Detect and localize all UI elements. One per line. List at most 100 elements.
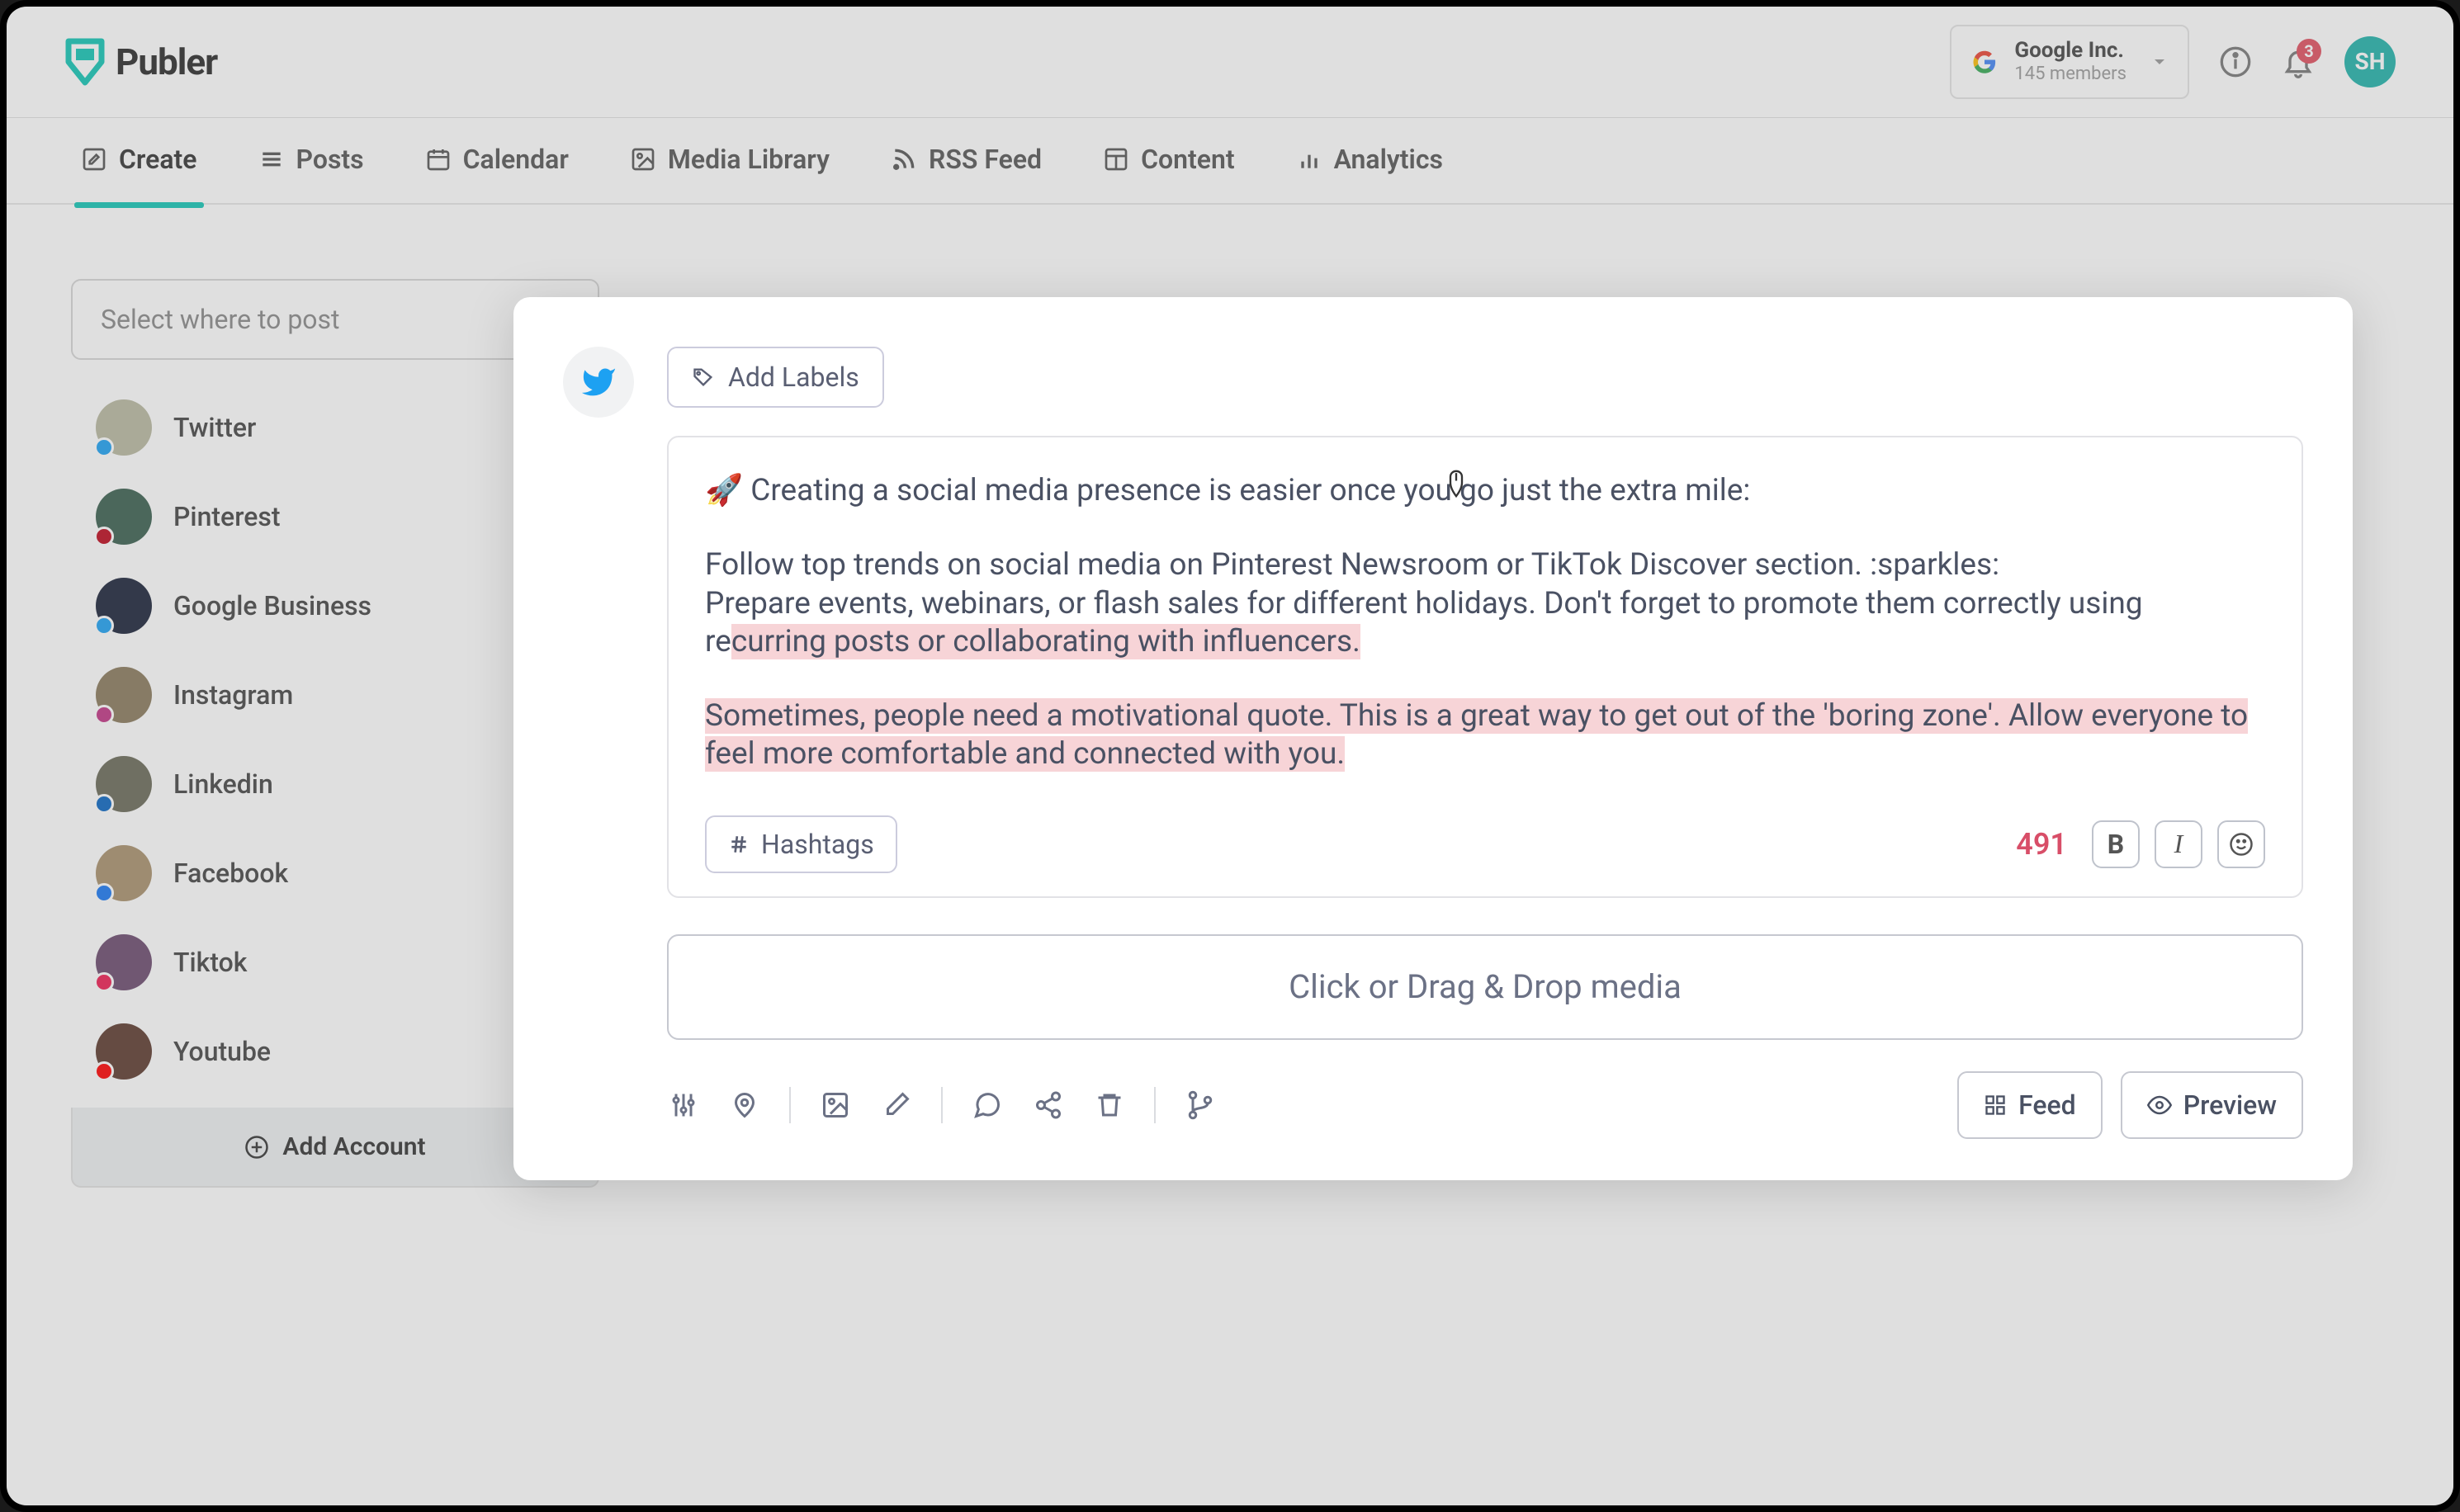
info-button[interactable] [2219, 45, 2252, 78]
post-composer[interactable]: 🚀 Creating a social media presence is ea… [667, 436, 2303, 898]
bar-chart-icon [1296, 146, 1322, 172]
hashtags-label: Hashtags [761, 829, 874, 860]
chevron-down-icon [2150, 52, 2169, 72]
user-avatar[interactable]: SH [2344, 36, 2396, 87]
account-avatar [96, 399, 152, 456]
nav-content[interactable]: Content [1103, 144, 1235, 178]
workspace-selector[interactable]: Google Inc. 145 members [1950, 25, 2189, 99]
emoji-button[interactable] [2217, 820, 2265, 868]
comment-button[interactable] [971, 1089, 1004, 1122]
layout-icon [1103, 146, 1129, 172]
delete-button[interactable] [1093, 1089, 1126, 1122]
account-avatar [96, 578, 152, 634]
pencil-icon [882, 1090, 911, 1120]
hashtags-button[interactable]: Hashtags [705, 815, 897, 873]
location-button[interactable] [728, 1089, 761, 1122]
separator [789, 1087, 791, 1123]
git-branch-icon [1185, 1090, 1215, 1120]
network-dot-icon [94, 883, 114, 903]
nav-analytics[interactable]: Analytics [1296, 144, 1443, 178]
edit-button[interactable] [880, 1089, 913, 1122]
publer-logo-icon [64, 37, 106, 87]
account-label: Linkedin [173, 768, 273, 800]
nav-label: RSS Feed [929, 144, 1042, 175]
workspace-name: Google Inc. [2014, 38, 2126, 64]
char-count: 491 [2016, 827, 2067, 862]
share-button[interactable] [1032, 1089, 1065, 1122]
smile-icon [2229, 832, 2254, 857]
workspace-subtitle: 145 members [2014, 64, 2126, 85]
image-button[interactable] [819, 1089, 852, 1122]
nav-create[interactable]: Create [81, 144, 197, 178]
account-label: Twitter [173, 412, 256, 443]
location-icon [730, 1090, 759, 1120]
separator [941, 1087, 943, 1123]
calendar-icon [425, 146, 452, 172]
network-dot-icon [94, 794, 114, 814]
nav-label: Analytics [1334, 144, 1443, 175]
sliders-icon [669, 1090, 698, 1120]
tag-icon [692, 366, 715, 389]
network-dot-icon [94, 972, 114, 992]
twitter-icon [580, 364, 617, 400]
media-dropzone[interactable]: Click or Drag & Drop media [667, 934, 2303, 1040]
nav-label: Create [119, 144, 197, 175]
network-dot-icon [94, 616, 114, 636]
main-nav: Create Posts Calendar Media Library RSS … [7, 118, 2453, 205]
nav-label: Media Library [668, 144, 830, 175]
plus-circle-icon [244, 1135, 269, 1160]
network-dot-icon [94, 1061, 114, 1081]
account-label: Youtube [173, 1036, 271, 1067]
account-avatar [96, 667, 152, 723]
mouse-cursor-icon [1445, 469, 1468, 498]
edit-square-icon [81, 146, 107, 172]
account-avatar [96, 1023, 152, 1080]
account-avatar [96, 845, 152, 901]
hash-icon [728, 834, 750, 855]
topbar: Publer Google Inc. 145 members [7, 7, 2453, 118]
brand-logo[interactable]: Publer [64, 37, 217, 87]
account-label: Tiktok [173, 947, 247, 978]
comment-icon [972, 1090, 1002, 1120]
rss-icon [891, 146, 917, 172]
nav-media-library[interactable]: Media Library [630, 144, 830, 178]
trash-icon [1095, 1090, 1124, 1120]
feed-button[interactable]: Feed [1957, 1071, 2103, 1139]
list-icon [258, 146, 285, 172]
brand-name: Publer [116, 40, 217, 83]
eye-icon [2147, 1093, 2172, 1117]
network-dot-icon [94, 437, 114, 457]
notifications-button[interactable]: 3 [2282, 45, 2315, 78]
add-labels-button[interactable]: Add Labels [667, 347, 884, 408]
account-avatar [96, 489, 152, 545]
bold-button[interactable]: B [2092, 820, 2140, 868]
add-account-label: Add Account [282, 1132, 425, 1161]
branch-button[interactable] [1184, 1089, 1217, 1122]
notification-badge: 3 [2297, 39, 2321, 64]
twitter-network-icon[interactable] [563, 347, 634, 418]
account-label: Facebook [173, 858, 288, 889]
composer-textarea[interactable]: 🚀 Creating a social media presence is ea… [705, 472, 2265, 774]
nav-label: Calendar [463, 144, 569, 175]
nav-posts[interactable]: Posts [258, 144, 364, 178]
italic-button[interactable]: I [2155, 820, 2202, 868]
grid-icon [1984, 1094, 2007, 1117]
network-dot-icon [94, 705, 114, 725]
image-icon [821, 1090, 850, 1120]
account-label: Google Business [173, 590, 371, 621]
network-dot-icon [94, 527, 114, 546]
nav-rss[interactable]: RSS Feed [891, 144, 1042, 178]
nav-calendar[interactable]: Calendar [425, 144, 569, 178]
add-labels-label: Add Labels [728, 361, 859, 393]
account-label: Instagram [173, 679, 293, 711]
settings-sliders-button[interactable] [667, 1089, 700, 1122]
account-avatar [96, 934, 152, 990]
composer-modal: Add Labels 🚀 Creating a social media pre… [513, 297, 2353, 1180]
preview-button[interactable]: Preview [2121, 1071, 2303, 1139]
separator [1154, 1087, 1156, 1123]
google-logo-icon [1970, 47, 1999, 77]
share-icon [1034, 1090, 1063, 1120]
nav-label: Posts [296, 144, 364, 175]
account-avatar [96, 756, 152, 812]
account-label: Pinterest [173, 501, 280, 532]
